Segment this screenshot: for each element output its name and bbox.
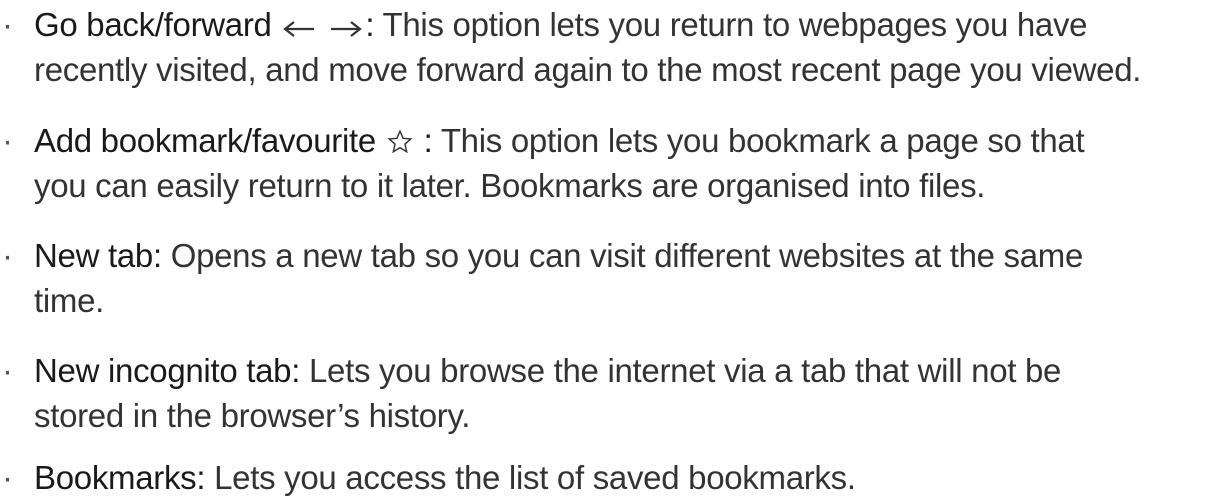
description-line-1: This option lets you return to webpages … [382,6,1088,43]
bullet: · [2,352,13,389]
arrow-left-icon [282,5,316,50]
item-line: New tab: Opens a new tab so you can visi… [34,233,1083,278]
description-line-1: Lets you access the list of saved bookma… [214,459,856,496]
item-line: Bookmarks: Lets you access the list of s… [34,455,856,500]
description-line-1: Lets you browse the internet via a tab t… [308,352,1062,389]
item-line: Go back/forward : This option lets you r… [34,2,1141,47]
bullet: · [2,6,13,43]
description-line-1: Opens a new tab so you can visit differe… [170,237,1084,274]
star-outline-icon [387,121,413,166]
item-text: New tab: Opens a new tab so you can visi… [34,233,1083,323]
bullet: · [2,122,13,159]
item-line: New incognito tab: Lets you browse the i… [34,348,1061,393]
term-label: New tab: [34,237,162,274]
bullet: · [2,459,13,496]
item-text: Bookmarks: Lets you access the list of s… [34,455,856,500]
term-colon: : [423,122,433,159]
arrow-right-icon [329,5,363,50]
description-line-2: stored in the browser’s history. [34,397,471,434]
term-label: Add bookmark/favourite [34,122,376,159]
term-label: Go back/forward [34,6,272,43]
bullet: · [2,237,13,274]
browser-options-list: · Go back/forward : This option lets you [0,0,1231,502]
description-line-2: recently visited, and move forward again… [34,51,1142,88]
item-text: Add bookmark/favourite : This option let… [34,118,1085,208]
term-label: Bookmarks: [34,459,206,496]
description-line-2: you can easily return to it later. Bookm… [34,167,986,204]
item-text: New incognito tab: Lets you browse the i… [34,348,1061,438]
term-colon: : [365,6,375,43]
term-label: New incognito tab: [34,352,301,389]
description-line-1: This option lets you bookmark a page so … [440,122,1085,159]
item-text: Go back/forward : This option lets you r… [34,2,1141,92]
description-line-2: time. [34,282,105,319]
item-line: Add bookmark/favourite : This option let… [34,118,1085,166]
